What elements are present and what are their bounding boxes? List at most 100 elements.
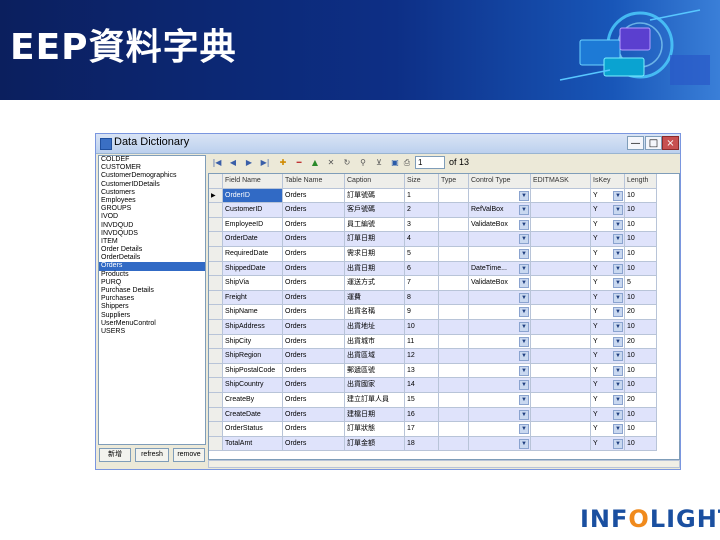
grid-cell[interactable]: ▼: [469, 393, 531, 408]
dropdown-arrow-icon[interactable]: ▼: [613, 351, 623, 362]
grid-cell[interactable]: ShipRegion: [223, 349, 283, 364]
window-titlebar[interactable]: Data Dictionary — □ ×: [96, 134, 680, 154]
table-row[interactable]: ShipAddress Orders 出貨地址 10 ▼ Y ▼ 10: [209, 320, 679, 335]
grid-cell[interactable]: 20: [625, 305, 657, 320]
move-last-icon[interactable]: ▶|: [260, 158, 270, 168]
grid-cell[interactable]: [439, 363, 469, 379]
grid-cell[interactable]: 3: [405, 217, 439, 233]
grid-cell[interactable]: Orders: [283, 349, 345, 364]
move-first-icon[interactable]: |◀: [212, 158, 222, 168]
row-selector[interactable]: [209, 407, 223, 423]
grid-cell[interactable]: TotalAmt: [223, 436, 283, 452]
table-list-item[interactable]: OrderDetails: [99, 254, 205, 262]
grid-cell[interactable]: [531, 290, 591, 306]
dropdown-arrow-icon[interactable]: ▼: [613, 234, 623, 245]
column-header[interactable]: Size: [405, 174, 439, 189]
table-row[interactable]: ShipCountry Orders 出貨國家 14 ▼ Y ▼ 10: [209, 378, 679, 393]
grid-cell[interactable]: Orders: [283, 276, 345, 291]
grid-cell[interactable]: [439, 217, 469, 233]
grid-cell[interactable]: Y ▼: [591, 247, 625, 262]
grid-cell[interactable]: [439, 407, 469, 423]
grid-cell[interactable]: 5: [405, 247, 439, 262]
table-row[interactable]: RequiredDate Orders 需求日期 5 ▼ Y ▼ 10: [209, 247, 679, 262]
grid-cell[interactable]: 10: [625, 320, 657, 335]
grid-cell[interactable]: ValidateBox ▼: [469, 217, 531, 233]
grid-cell[interactable]: ▼: [469, 320, 531, 335]
grid-cell[interactable]: ShipName: [223, 305, 283, 320]
grid-cell[interactable]: 員工編號: [345, 217, 405, 233]
grid-cell[interactable]: 出貨區域: [345, 349, 405, 364]
grid-cell[interactable]: 20: [625, 334, 657, 350]
grid-cell[interactable]: ▼: [469, 436, 531, 452]
grid-cell[interactable]: [439, 422, 469, 437]
grid-cell[interactable]: Orders: [283, 436, 345, 452]
dropdown-arrow-icon[interactable]: ▼: [613, 307, 623, 318]
grid-cell[interactable]: ▼: [469, 378, 531, 393]
grid-cell[interactable]: Y ▼: [591, 363, 625, 379]
grid-cell[interactable]: 9: [405, 305, 439, 320]
grid-cell[interactable]: ▼: [469, 232, 531, 247]
minimize-button[interactable]: —: [627, 136, 644, 150]
grid-cell[interactable]: OrderID: [223, 188, 283, 204]
dropdown-arrow-icon[interactable]: ▼: [613, 336, 623, 347]
grid-cell[interactable]: 6: [405, 261, 439, 277]
grid-cell[interactable]: 14: [405, 378, 439, 393]
dropdown-arrow-icon[interactable]: ▼: [613, 424, 623, 435]
grid-cell[interactable]: Orders: [283, 363, 345, 379]
grid-cell[interactable]: Y ▼: [591, 393, 625, 408]
grid-cell[interactable]: [531, 393, 591, 408]
grid-cell[interactable]: 18: [405, 436, 439, 452]
row-selector[interactable]: [209, 393, 223, 408]
grid-cell[interactable]: 10: [625, 349, 657, 364]
grid-cell[interactable]: DateTime... ▼: [469, 261, 531, 277]
refresh-icon[interactable]: ↻: [342, 158, 352, 168]
grid-cell[interactable]: ▼: [469, 290, 531, 306]
table-list-item[interactable]: CUSTOMER: [99, 164, 205, 172]
table-list-item[interactable]: CustomerIDDetails: [99, 181, 205, 189]
dropdown-arrow-icon[interactable]: ▼: [519, 424, 529, 435]
grid-cell[interactable]: Orders: [283, 305, 345, 320]
grid-cell[interactable]: Y ▼: [591, 407, 625, 423]
find-icon[interactable]: ⚲: [358, 158, 368, 168]
grid-cell[interactable]: 出貨國家: [345, 378, 405, 393]
horizontal-scrollbar[interactable]: [208, 460, 680, 468]
grid-cell[interactable]: ▼: [469, 247, 531, 262]
add-new-icon[interactable]: ✚: [278, 158, 288, 168]
grid-cell[interactable]: [531, 320, 591, 335]
grid-cell[interactable]: Orders: [283, 217, 345, 233]
grid-cell[interactable]: ▼: [469, 188, 531, 204]
grid-cell[interactable]: [531, 334, 591, 350]
grid-cell[interactable]: 訂單狀態: [345, 422, 405, 437]
grid-cell[interactable]: [439, 436, 469, 452]
dropdown-arrow-icon[interactable]: ▼: [519, 307, 529, 318]
grid-cell[interactable]: Orders: [283, 232, 345, 247]
grid-cell[interactable]: EmployeeID: [223, 217, 283, 233]
grid-cell[interactable]: 4: [405, 232, 439, 247]
grid-cell[interactable]: 7: [405, 276, 439, 291]
grid-cell[interactable]: [531, 188, 591, 204]
grid-cell[interactable]: 訂單金額: [345, 436, 405, 452]
grid-cell[interactable]: [439, 290, 469, 306]
dropdown-arrow-icon[interactable]: ▼: [519, 292, 529, 303]
row-selector[interactable]: [209, 422, 223, 437]
column-header[interactable]: Caption: [345, 174, 405, 189]
table-row[interactable]: TotalAmt Orders 訂單金額 18 ▼ Y ▼ 10: [209, 436, 679, 452]
print-icon[interactable]: ⎙: [402, 158, 412, 168]
grid-cell[interactable]: [439, 232, 469, 247]
grid-cell[interactable]: Y ▼: [591, 217, 625, 233]
dropdown-arrow-icon[interactable]: ▼: [519, 380, 529, 391]
row-selector[interactable]: [209, 436, 223, 452]
grid-cell[interactable]: [531, 276, 591, 291]
grid-cell[interactable]: 10: [625, 247, 657, 262]
grid-cell[interactable]: [531, 422, 591, 437]
grid-cell[interactable]: [439, 247, 469, 262]
dropdown-arrow-icon[interactable]: ▼: [519, 409, 529, 420]
grid-cell[interactable]: 建檔日期: [345, 407, 405, 423]
dropdown-arrow-icon[interactable]: ▼: [613, 249, 623, 259]
dropdown-arrow-icon[interactable]: ▼: [519, 322, 529, 332]
save-icon[interactable]: ▣: [390, 158, 400, 168]
table-list-item[interactable]: Orders: [99, 262, 205, 271]
grid-cell[interactable]: Y ▼: [591, 232, 625, 247]
dropdown-arrow-icon[interactable]: ▼: [519, 438, 529, 449]
grid-cell[interactable]: Y ▼: [591, 276, 625, 291]
